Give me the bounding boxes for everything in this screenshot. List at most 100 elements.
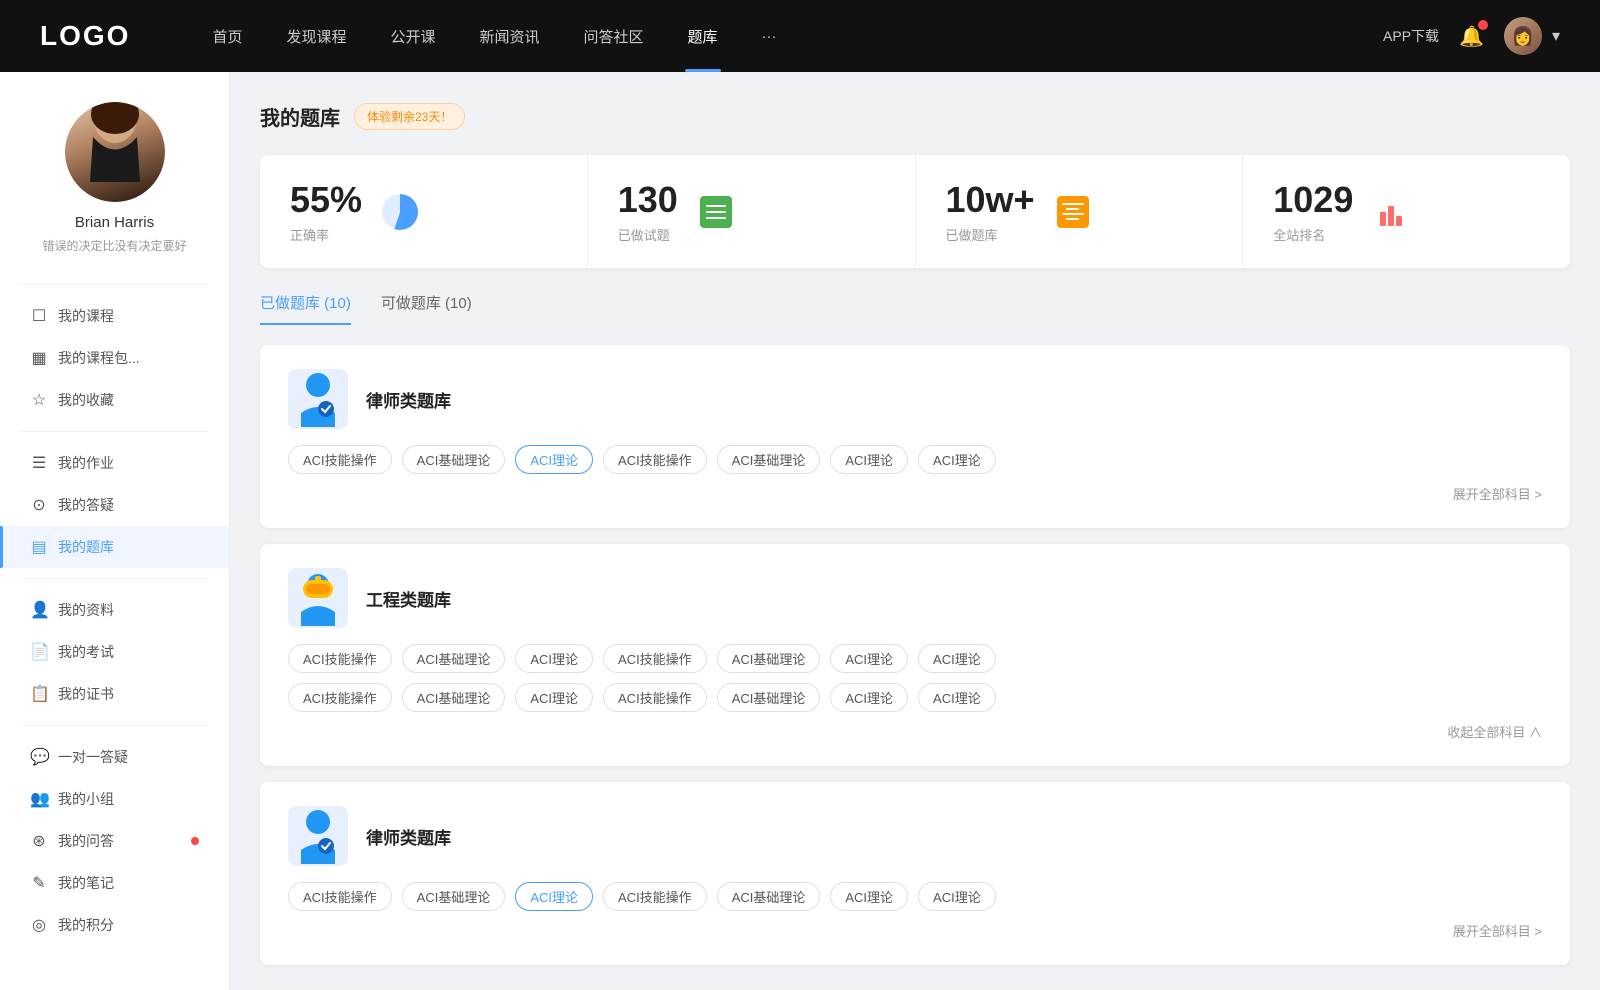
nav-more[interactable]: ···: [740, 0, 799, 72]
sidebar-divider-1: [20, 284, 209, 285]
nav-qbank[interactable]: 题库: [666, 0, 740, 72]
tag-2-12[interactable]: ACI理论: [830, 683, 908, 712]
bar-3: [1396, 216, 1402, 226]
sidebar-item-certificate[interactable]: 📋 我的证书: [0, 673, 229, 715]
notification-bell[interactable]: 🔔: [1459, 24, 1484, 49]
tag-1-6[interactable]: ACI理论: [918, 445, 996, 474]
sidebar-item-homework[interactable]: ☰ 我的作业: [0, 442, 229, 484]
sidebar-item-my-exam[interactable]: 📄 我的考试: [0, 631, 229, 673]
stat-done-banks-number: 10w+: [946, 179, 1035, 221]
tag-2-11[interactable]: ACI基础理论: [717, 683, 821, 712]
sidebar-item-favorites[interactable]: ☆ 我的收藏: [0, 379, 229, 421]
sidebar-item-my-data[interactable]: 👤 我的资料: [0, 589, 229, 631]
bar-chart-icon: [1380, 198, 1402, 226]
homework-icon: ☰: [30, 453, 48, 473]
tag-2-8[interactable]: ACI基础理论: [402, 683, 506, 712]
logo: LOGO: [40, 20, 130, 52]
tag-2-2[interactable]: ACI理论: [515, 644, 593, 673]
qbank-footer-1: 展开全部科目 >: [288, 484, 1542, 504]
stat-done-questions-number: 130: [618, 179, 678, 221]
qbank-card-lawyer-1: 律师类题库 ACI技能操作 ACI基础理论 ACI理论 ACI技能操作 ACI基…: [260, 345, 1570, 528]
expand-btn-1[interactable]: 展开全部科目 >: [1453, 487, 1542, 502]
nav-discover[interactable]: 发现课程: [264, 0, 368, 72]
sidebar-item-course-package[interactable]: ▦ 我的课程包...: [0, 337, 229, 379]
tag-1-1[interactable]: ACI基础理论: [402, 445, 506, 474]
tag-2-4[interactable]: ACI基础理论: [717, 644, 821, 673]
tag-2-5[interactable]: ACI理论: [830, 644, 908, 673]
sidebar-item-my-courses[interactable]: ☐ 我的课程: [0, 295, 229, 337]
data-icon: 👤: [30, 600, 48, 620]
tag-2-10[interactable]: ACI技能操作: [603, 683, 707, 712]
stat-accuracy-label: 正确率: [290, 225, 362, 244]
expand-btn-2[interactable]: 收起全部科目 ∧: [1447, 725, 1542, 740]
stat-bar-icon: [1369, 190, 1413, 234]
nav-news[interactable]: 新闻资讯: [458, 0, 562, 72]
sidebar-item-my-group[interactable]: 👥 我的小组: [0, 778, 229, 820]
profile-motto: 错误的决定比没有决定要好: [20, 237, 209, 254]
list-line-2: [706, 211, 726, 213]
stat-done-questions: 130 已做试题: [588, 155, 916, 268]
tag-1-2[interactable]: ACI理论: [515, 445, 593, 474]
tag-1-0[interactable]: ACI技能操作: [288, 445, 392, 474]
tag-1-3[interactable]: ACI技能操作: [603, 445, 707, 474]
tab-available[interactable]: 可做题库 (10): [381, 292, 472, 325]
qbank-title-1: 律师类题库: [366, 387, 451, 412]
tab-done[interactable]: 已做题库 (10): [260, 292, 351, 325]
user-menu[interactable]: 👩 ▾: [1504, 17, 1560, 55]
nav-open-course[interactable]: 公开课: [368, 0, 457, 72]
favorites-icon: ☆: [30, 390, 48, 410]
tag-2-7[interactable]: ACI技能操作: [288, 683, 392, 712]
sidebar-label-homework: 我的作业: [58, 453, 199, 473]
tag-2-13[interactable]: ACI理论: [918, 683, 996, 712]
qbank-footer-2: 收起全部科目 ∧: [288, 722, 1542, 742]
list-icon: [700, 196, 732, 228]
tag-3-1[interactable]: ACI基础理论: [402, 882, 506, 911]
tag-2-9[interactable]: ACI理论: [515, 683, 593, 712]
tag-3-2[interactable]: ACI理论: [515, 882, 593, 911]
sidebar-label-my-qbank: 我的题库: [58, 537, 199, 557]
stat-accuracy-icon: [378, 190, 422, 234]
qa-icon: ⊙: [30, 495, 48, 515]
sidebar-item-my-points[interactable]: ◎ 我的积分: [0, 904, 229, 946]
notes-icon: ✎: [30, 873, 48, 893]
tag-2-3[interactable]: ACI技能操作: [603, 644, 707, 673]
tag-2-6[interactable]: ACI理论: [918, 644, 996, 673]
user-menu-chevron[interactable]: ▾: [1552, 26, 1560, 46]
sidebar-divider-2: [20, 431, 209, 432]
sidebar-label-one-on-one: 一对一答疑: [58, 747, 199, 767]
nav-home[interactable]: 首页: [190, 0, 264, 72]
course-icon: ☐: [30, 306, 48, 326]
tag-1-4[interactable]: ACI基础理论: [717, 445, 821, 474]
tag-3-4[interactable]: ACI基础理论: [717, 882, 821, 911]
sidebar-item-my-questions[interactable]: ⊛ 我的问答: [0, 820, 229, 862]
sidebar-item-my-qbank[interactable]: ▤ 我的题库: [0, 526, 229, 568]
questions-icon: ⊛: [30, 831, 48, 851]
tabs: 已做题库 (10) 可做题库 (10): [260, 292, 1570, 325]
qbank-icon: ▤: [30, 537, 48, 557]
tag-2-1[interactable]: ACI基础理论: [402, 644, 506, 673]
cert-icon: 📋: [30, 684, 48, 704]
sidebar-label-my-notes: 我的笔记: [58, 873, 199, 893]
tag-3-5[interactable]: ACI理论: [830, 882, 908, 911]
avatar[interactable]: 👩: [1504, 17, 1542, 55]
stats-row: 55% 正确率 130 已做试题: [260, 155, 1570, 268]
tag-3-3[interactable]: ACI技能操作: [603, 882, 707, 911]
tag-3-6[interactable]: ACI理论: [918, 882, 996, 911]
sidebar-item-my-qa[interactable]: ⊙ 我的答疑: [0, 484, 229, 526]
sidebar-item-my-notes[interactable]: ✎ 我的笔记: [0, 862, 229, 904]
notebook-line-1: [1062, 203, 1084, 205]
app-download-button[interactable]: APP下载: [1383, 26, 1439, 46]
group-icon: 👥: [30, 789, 48, 809]
sidebar-label-favorites: 我的收藏: [58, 390, 199, 410]
sidebar-divider-4: [20, 725, 209, 726]
nav-right: APP下载 🔔 👩 ▾: [1383, 17, 1560, 55]
qbank-header-1: 律师类题库: [288, 369, 1542, 429]
sidebar-item-one-on-one[interactable]: 💬 一对一答疑: [0, 736, 229, 778]
tag-3-0[interactable]: ACI技能操作: [288, 882, 392, 911]
tag-1-5[interactable]: ACI理论: [830, 445, 908, 474]
tag-2-0[interactable]: ACI技能操作: [288, 644, 392, 673]
expand-btn-3[interactable]: 展开全部科目 >: [1453, 924, 1542, 939]
qbank-title-3: 律师类题库: [366, 824, 451, 849]
nav-qa[interactable]: 问答社区: [562, 0, 666, 72]
sidebar-label-my-points: 我的积分: [58, 915, 199, 935]
